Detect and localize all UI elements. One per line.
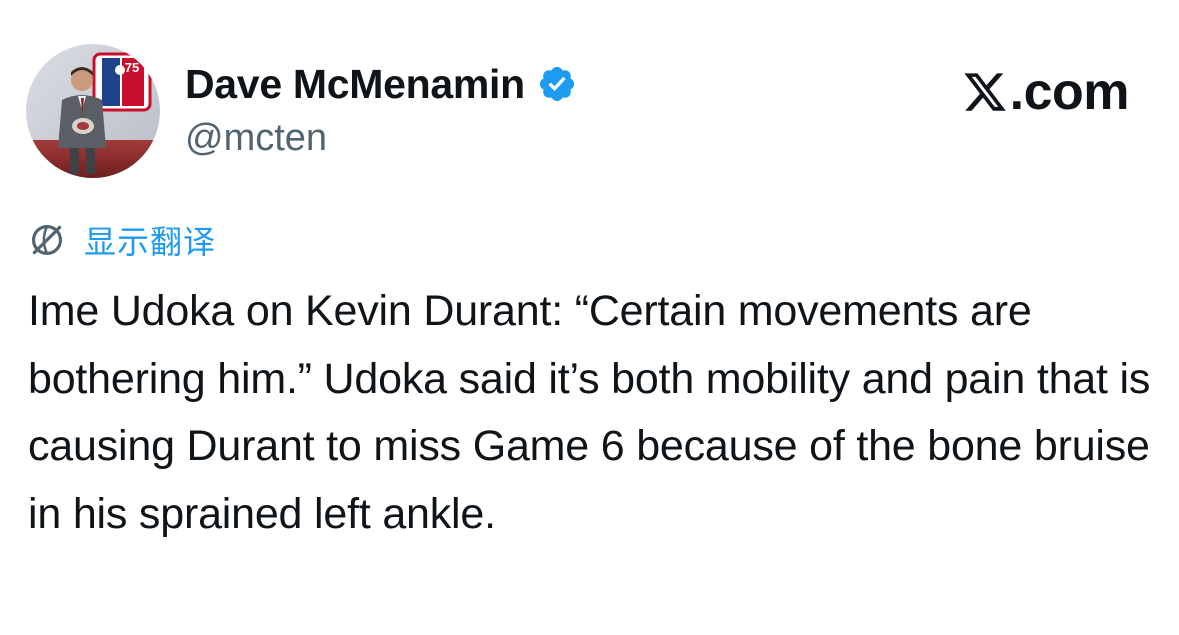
avatar[interactable]: 75: [26, 44, 160, 178]
brand-domain: .com: [1009, 63, 1130, 121]
avatar-image: 75: [26, 44, 160, 178]
globe-translate-icon: [31, 224, 63, 256]
author-handle[interactable]: @mcten: [185, 117, 327, 160]
tweet-card: 75 Dave McMenamin @mcten .com 显示翻译 Ime U…: [0, 0, 1179, 635]
svg-text:75: 75: [125, 60, 139, 75]
verified-badge-icon: [539, 66, 574, 102]
author-display-name[interactable]: Dave McMenamin: [185, 61, 525, 108]
show-translation-button[interactable]: 显示翻译: [28, 218, 216, 262]
x-logo-icon: [964, 73, 1006, 111]
brand-logo: .com: [962, 62, 1130, 122]
show-translation-label[interactable]: 显示翻译: [84, 217, 216, 263]
author-name-row[interactable]: Dave McMenamin: [185, 61, 577, 108]
tweet-text: Ime Udoka on Kevin Durant: “Certain move…: [28, 287, 1151, 538]
